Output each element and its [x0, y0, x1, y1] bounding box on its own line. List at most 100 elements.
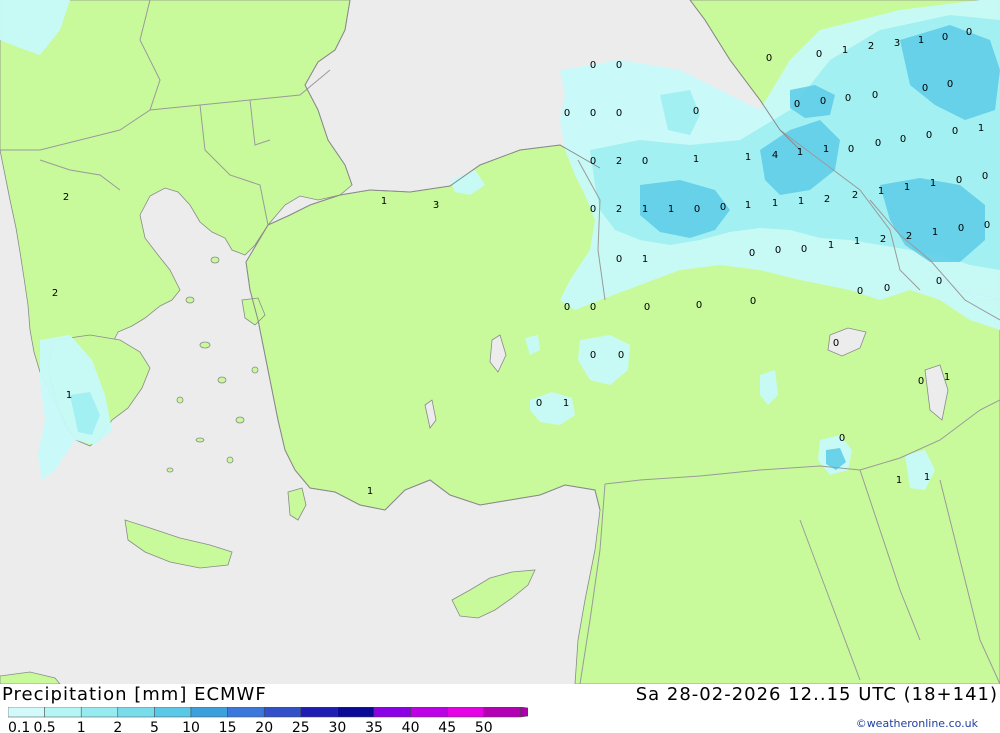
- map-footer: Precipitation [mm] ECMWF Sa 28-02-2026 1…: [0, 684, 1000, 733]
- precip-value-label: 0: [816, 49, 822, 60]
- precip-value-label: 1: [772, 198, 778, 209]
- legend-label: 30: [328, 720, 346, 733]
- legend-label: 5: [150, 720, 159, 733]
- precip-value-label: 1: [797, 147, 803, 158]
- precip-value-label: 0: [616, 60, 622, 71]
- product-title: Precipitation [mm] ECMWF: [2, 684, 267, 705]
- precip-value-label: 2: [616, 204, 622, 215]
- precip-value-label: 0: [696, 300, 702, 311]
- legend-swatch: [263, 707, 302, 718]
- precip-value-label: 0: [958, 223, 964, 234]
- precip-value-label: 0: [966, 27, 972, 38]
- precip-value-label: 2: [906, 231, 912, 242]
- precip-value-label: 2: [852, 190, 858, 201]
- precipitation-map[interactable]: 0 0 0 0 0 0 2 0 0 1 1 4 1 1 0 0 0 0 0 1 2 1 0 1 1 0 0 1 1 2 2 1 1 1 0 0 0 1 1 1…: [0, 0, 1000, 685]
- precip-value-label: 1: [381, 196, 387, 207]
- precip-value-label: 1: [563, 398, 569, 409]
- precip-value-label: 0: [564, 302, 570, 313]
- legend-label: 2: [113, 720, 122, 733]
- precip-value-label: 0: [644, 302, 650, 313]
- precip-value-label: 0: [872, 90, 878, 101]
- precip-value-label: 0: [875, 138, 881, 149]
- precip-value-label: 1: [798, 196, 804, 207]
- map-canvas: 0 0 0 0 0 0 2 0 0 1 1 4 1 1 0 0 0 0 0 1 2 1 0 1 1 0 0 1 1 2 2 1 1 1 0 0 0 1 1 1…: [0, 0, 1000, 685]
- precip-value-label: 2: [824, 194, 830, 205]
- legend-swatch: [337, 707, 375, 718]
- legend-swatch: [410, 707, 448, 718]
- precip-value-label: 1: [978, 123, 984, 134]
- precip-value-label: 2: [52, 288, 58, 299]
- precip-value-label: 1: [878, 186, 884, 197]
- legend-swatch: [8, 707, 45, 718]
- precip-value-label: 1: [904, 182, 910, 193]
- precip-value-label: 0: [794, 99, 800, 110]
- precip-value-label: 0: [942, 32, 948, 43]
- precip-value-label: 0: [616, 254, 622, 265]
- precip-value-label: 0: [918, 376, 924, 387]
- precip-value-label: 0: [720, 202, 726, 213]
- precip-value-label: 1: [642, 204, 648, 215]
- precip-value-label: 1: [930, 178, 936, 189]
- precip-value-label: 2: [616, 156, 622, 167]
- precip-value-label: 0: [848, 144, 854, 155]
- legend-swatch: [117, 707, 155, 718]
- precip-value-label: 0: [642, 156, 648, 167]
- precip-value-label: 1: [918, 35, 924, 46]
- precip-value-label: 1: [668, 204, 674, 215]
- precip-value-label: 1: [896, 475, 902, 486]
- precip-value-label: 1: [66, 390, 72, 401]
- precip-value-label: 0: [590, 156, 596, 167]
- legend-swatch: [446, 707, 485, 718]
- precip-value-label: 0: [766, 53, 772, 64]
- precip-value-label: 1: [944, 372, 950, 383]
- valid-time: Sa 28-02-2026 12..15 UTC (18+141): [635, 684, 998, 705]
- precip-value-label: 0: [590, 302, 596, 313]
- precip-value-label: 0: [952, 126, 958, 137]
- precip-value-label: 0: [845, 93, 851, 104]
- legend-label: 40: [402, 720, 420, 733]
- legend-swatch: [190, 707, 228, 718]
- legend-swatch: [373, 707, 411, 718]
- precip-value-label: 0: [536, 398, 542, 409]
- precip-value-label: 1: [693, 154, 699, 165]
- precip-value-label: 1: [745, 152, 751, 163]
- precip-value-label: 0: [564, 108, 570, 119]
- precip-value-label: 0: [922, 83, 928, 94]
- precip-value-label: 0: [900, 134, 906, 145]
- precip-value-label: 1: [828, 240, 834, 251]
- legend-swatch: [300, 707, 338, 718]
- legend-swatch: [483, 707, 521, 718]
- credit-link[interactable]: ©weatheronline.co.uk: [856, 717, 978, 730]
- precip-value-label: 3: [433, 200, 439, 211]
- precip-value-label: 3: [894, 38, 900, 49]
- precip-value-label: 1: [642, 254, 648, 265]
- legend-label: 0.5: [33, 720, 55, 733]
- legend-swatch: [227, 707, 265, 718]
- precip-value-label: 0: [775, 245, 781, 256]
- precip-value-label: 0: [884, 283, 890, 294]
- legend-swatch: [44, 707, 82, 718]
- precip-value-label: 4: [772, 150, 778, 161]
- precip-value-label: 0: [982, 171, 988, 182]
- legend-swatch: [520, 707, 528, 718]
- color-scale-legend: 0.1 0.5 1 2 5 10 15 20 25 30 35 40 45 50: [8, 707, 528, 733]
- precip-value-label: 0: [616, 108, 622, 119]
- legend-swatch: [80, 707, 119, 718]
- legend-label: 35: [365, 720, 383, 733]
- precip-value-label: 0: [749, 248, 755, 259]
- precip-value-label: 1: [854, 236, 860, 247]
- legend-label: 25: [292, 720, 310, 733]
- precip-value-label: 0: [956, 175, 962, 186]
- precip-value-label: 0: [839, 433, 845, 444]
- precip-value-label: 0: [984, 220, 990, 231]
- precip-value-label: 1: [745, 200, 751, 211]
- precip-value-label: 2: [880, 234, 886, 245]
- precip-value-label: 0: [618, 350, 624, 361]
- precip-value-label: 0: [590, 108, 596, 119]
- precip-value-label: 1: [924, 472, 930, 483]
- legend-label: 10: [182, 720, 200, 733]
- precip-value-label: 2: [63, 192, 69, 203]
- legend-label: 50: [475, 720, 493, 733]
- precip-value-label: 0: [693, 106, 699, 117]
- precip-value-label: 1: [842, 45, 848, 56]
